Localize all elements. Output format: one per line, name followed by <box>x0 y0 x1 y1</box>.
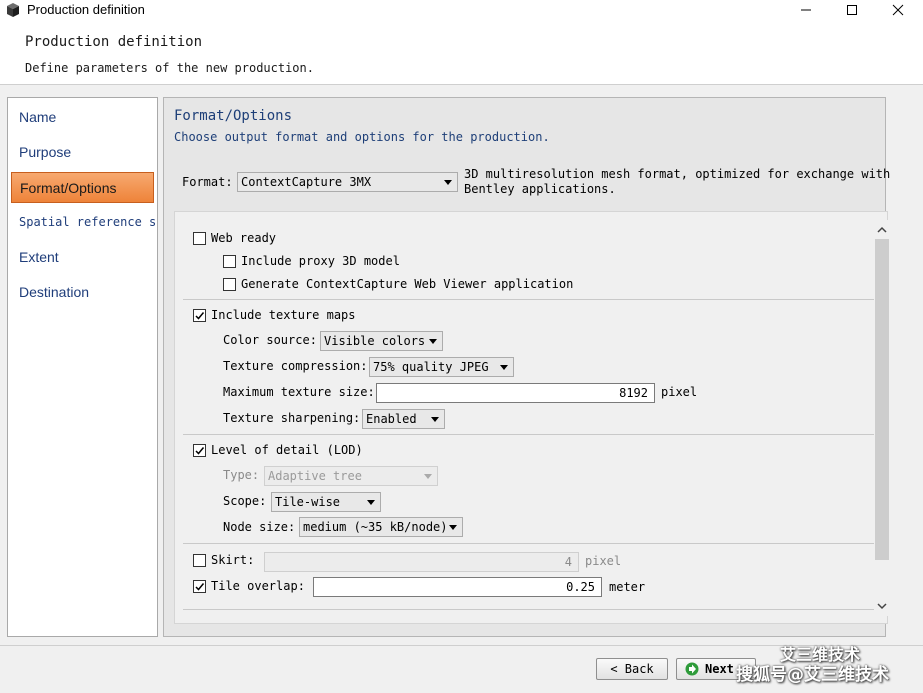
node-size-value: medium (~35 kB/node) <box>303 520 448 534</box>
texture-maps-label: Include texture maps <box>211 308 356 322</box>
watermark-text: 搜狐号@艾三维技术 <box>736 665 889 685</box>
skirt-unit: pixel <box>585 554 622 568</box>
proxy-model-checkbox[interactable] <box>223 255 236 268</box>
lod-checkbox[interactable] <box>193 444 206 457</box>
wizard-steps-sidebar: Name Purpose Format/Options Spatial refe… <box>7 97 158 637</box>
max-texture-size-label: Maximum texture size: <box>223 385 375 399</box>
skirt-input[interactable]: 4 <box>264 552 579 572</box>
close-icon <box>892 4 904 16</box>
texture-maps-checkbox[interactable] <box>193 309 206 322</box>
texture-sharpening-value: Enabled <box>366 412 417 426</box>
lod-type-value: Adaptive tree <box>268 469 362 483</box>
web-viewer-checkbox[interactable] <box>223 278 236 291</box>
lod-scope-label: Scope: <box>223 494 267 508</box>
web-viewer-label: Generate ContextCapture Web Viewer appli… <box>241 277 574 291</box>
divider <box>183 299 875 300</box>
checkmark-icon <box>195 447 205 455</box>
format-dropdown[interactable]: ContextCapture 3MX <box>237 172 458 192</box>
sidebar-item-extent[interactable]: Extent <box>8 242 157 273</box>
next-button-label: Next <box>705 662 734 676</box>
format-value: ContextCapture 3MX <box>241 175 372 189</box>
green-arrow-icon <box>685 662 699 676</box>
format-description-line2: Bentley applications. <box>464 182 616 196</box>
divider <box>183 609 875 610</box>
chevron-down-icon <box>500 365 508 370</box>
lod-scope-dropdown[interactable]: Tile-wise <box>271 492 381 512</box>
chevron-down-icon[interactable] <box>877 602 887 610</box>
tile-overlap-checkbox[interactable] <box>193 580 206 593</box>
divider <box>183 543 875 544</box>
color-source-dropdown[interactable]: Visible colors <box>320 331 443 351</box>
chevron-up-icon[interactable] <box>877 226 887 234</box>
checkmark-icon <box>195 583 205 591</box>
format-label: Format: <box>182 175 233 189</box>
tile-overlap-unit: meter <box>609 580 646 594</box>
chevron-down-icon <box>424 474 432 479</box>
section-subtitle: Choose output format and options for the… <box>174 130 550 144</box>
maximize-button[interactable] <box>829 0 875 20</box>
skirt-label: Skirt: <box>211 553 255 567</box>
chevron-down-icon <box>449 525 457 530</box>
maximize-icon <box>847 5 857 15</box>
lod-type-label: Type: <box>223 468 260 482</box>
color-source-label: Color source: <box>223 333 317 347</box>
header-title: Production definition <box>25 34 203 50</box>
skirt-checkbox[interactable] <box>193 554 206 567</box>
tile-overlap-label: Tile overlap: <box>211 579 305 593</box>
minimize-button[interactable] <box>783 0 829 20</box>
lod-type-dropdown[interactable]: Adaptive tree <box>264 466 438 486</box>
close-button[interactable] <box>875 0 921 20</box>
web-ready-checkbox[interactable] <box>193 232 206 245</box>
lod-label: Level of detail (LOD) <box>211 443 363 457</box>
back-button[interactable]: < Back <box>596 658 668 680</box>
sidebar-item-format-options[interactable]: Format/Options <box>11 172 154 203</box>
lod-scope-value: Tile-wise <box>275 495 341 509</box>
wizard-header: Production definition Define parameters … <box>0 20 923 85</box>
chevron-down-icon <box>367 500 375 505</box>
sidebar-item-purpose[interactable]: Purpose <box>8 137 157 168</box>
tile-overlap-input[interactable]: 0.25 <box>313 577 602 597</box>
sidebar-item-destination[interactable]: Destination <box>8 277 157 308</box>
sidebar-item-spatial-reference[interactable]: Spatial reference s <box>8 207 157 238</box>
web-ready-label: Web ready <box>211 231 277 245</box>
checkmark-icon <box>195 312 205 320</box>
chevron-down-icon <box>429 339 437 344</box>
back-button-label: < Back <box>610 662 654 676</box>
max-texture-size-input[interactable]: 8192 <box>376 383 655 403</box>
sidebar-item-name[interactable]: Name <box>8 102 157 133</box>
color-source-value: Visible colors <box>324 334 426 348</box>
texture-compression-dropdown[interactable]: 75% quality JPEG <box>369 357 514 377</box>
max-texture-size-unit: pixel <box>661 385 698 399</box>
window-title: Production definition <box>27 2 145 17</box>
chevron-down-icon <box>431 417 439 422</box>
3d-cube-icon <box>7 3 19 17</box>
header-subtitle: Define parameters of the new production. <box>25 61 314 75</box>
texture-sharpening-dropdown[interactable]: Enabled <box>362 409 445 429</box>
section-title: Format/Options <box>174 108 293 124</box>
format-description-line1: 3D multiresolution mesh format, optimize… <box>464 167 891 181</box>
proxy-model-label: Include proxy 3D model <box>241 254 400 268</box>
divider <box>183 434 875 435</box>
texture-sharpening-label: Texture sharpening: <box>223 411 361 425</box>
texture-compression-value: 75% quality JPEG <box>373 360 489 374</box>
texture-compression-label: Texture compression: <box>223 359 368 373</box>
node-size-dropdown[interactable]: medium (~35 kB/node) <box>299 517 463 537</box>
scrollbar-thumb[interactable] <box>875 239 889 560</box>
chevron-down-icon <box>444 180 452 185</box>
node-size-label: Node size: <box>223 520 296 534</box>
minimize-icon <box>801 9 811 11</box>
